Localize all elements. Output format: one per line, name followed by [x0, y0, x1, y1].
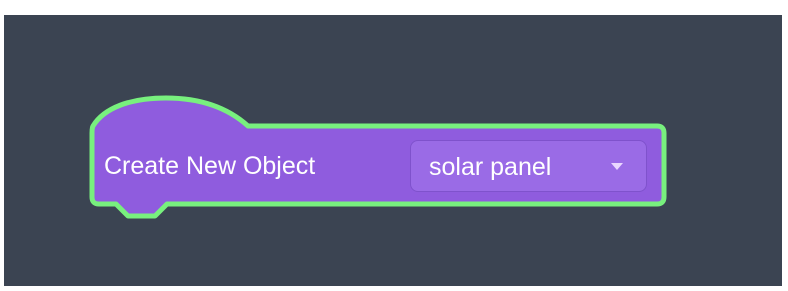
block-label: Create New Object	[104, 152, 316, 180]
object-type-dropdown[interactable]: solar panel	[410, 140, 647, 192]
chevron-down-icon	[611, 163, 623, 170]
dropdown-selected-value: solar panel	[429, 153, 552, 181]
